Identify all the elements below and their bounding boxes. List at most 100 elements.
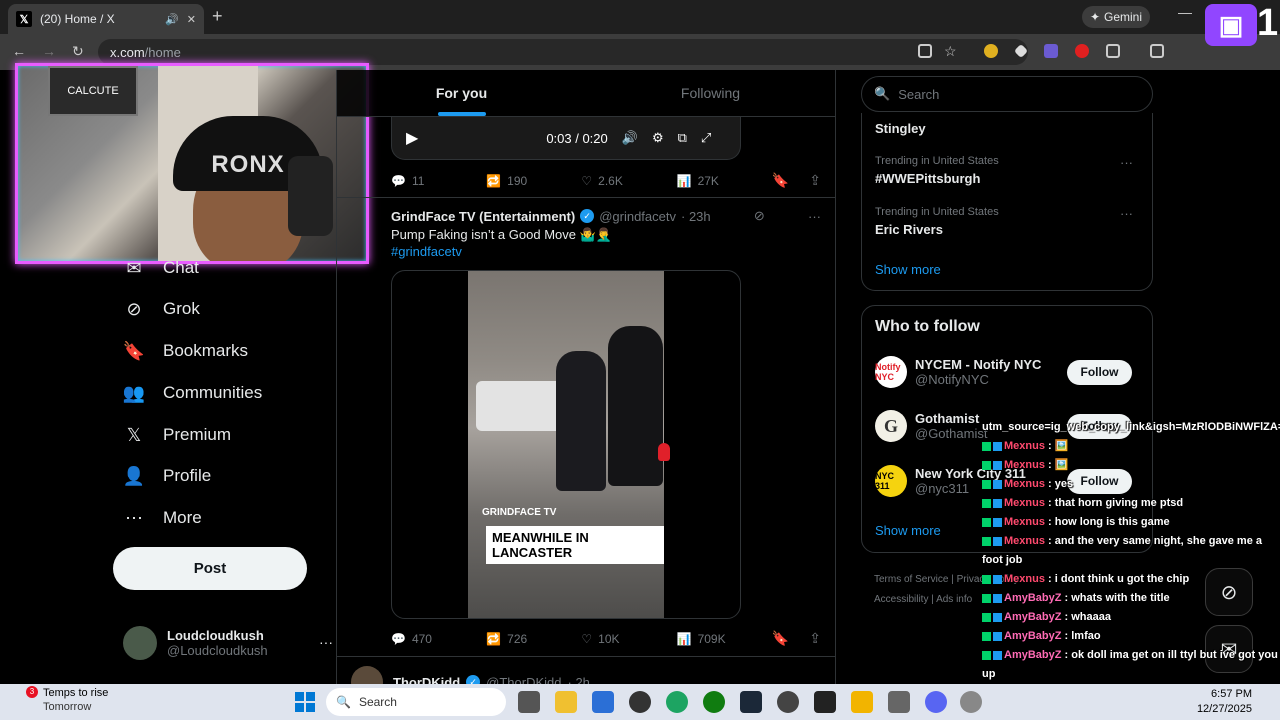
tweet-author-handle[interactable]: @grindfacetv [599, 209, 676, 224]
bookmark-star-icon[interactable]: ☆ [944, 43, 957, 60]
repost-button[interactable]: 🔁 190 [486, 174, 581, 188]
xbox-icon[interactable] [703, 691, 725, 713]
extension-icon[interactable] [984, 44, 998, 58]
tab-for-you[interactable]: For you [337, 70, 586, 116]
tweet-author-handle[interactable]: @ThorDKidd [486, 675, 561, 685]
suggestion-name: Gothamist [915, 411, 980, 426]
play-icon[interactable]: ▶ [406, 128, 418, 148]
tab-following[interactable]: Following [586, 70, 835, 116]
reply-button[interactable]: 💬 11 [391, 174, 486, 188]
reload-icon[interactable]: ↻ [72, 43, 84, 60]
nav-item-chat[interactable]: ✉ Chat [123, 257, 198, 279]
tweet-more-icon[interactable]: ··· [808, 209, 821, 224]
account-switcher[interactable]: Loudcloudkush @Loudcloudkush ··· [123, 626, 333, 660]
weather-widget[interactable]: Temps to rise Tomorrow [43, 686, 108, 714]
tweet-video[interactable]: GRINDFACE TV MEANWHILE IN LANCASTER [391, 270, 741, 619]
windows-start-icon[interactable] [295, 692, 315, 712]
cast-icon[interactable] [918, 44, 932, 58]
show-more-link[interactable]: Show more [875, 523, 941, 538]
trend-item[interactable]: Trending in United States Eric Rivers ··… [875, 206, 1143, 237]
show-more-link[interactable]: Show more [875, 262, 941, 277]
app-icon[interactable] [629, 691, 651, 713]
reply-count: 11 [411, 173, 425, 188]
who-to-follow-title: Who to follow [875, 318, 980, 335]
nav-label: Premium [163, 425, 232, 444]
account-more-icon[interactable]: ··· [319, 634, 333, 650]
app-icon[interactable] [777, 691, 799, 713]
grok-analyze-icon[interactable]: ⊘ [754, 208, 765, 224]
trend-more-icon[interactable]: ··· [1120, 206, 1133, 221]
nav-item-more[interactable]: ⋯ More [123, 507, 202, 529]
follow-suggestion[interactable]: Notify NYC NYCEM - Notify NYC @NotifyNYC… [875, 356, 1145, 388]
speaker-icon[interactable]: 🔊 [165, 13, 179, 26]
bookmark-icon[interactable]: 🔖 [772, 172, 789, 189]
account-name: Loudcloudkush [167, 628, 264, 643]
tweet-text: Pump Faking isn’t a Good Move 🤷‍♂️🤦‍♂️ [391, 227, 612, 242]
new-tab-button[interactable]: + [212, 6, 223, 27]
browser-tab[interactable]: 𝕏 (20) Home / X 🔊 ✕ [8, 4, 204, 34]
settings-gear-icon[interactable]: ⚙ [652, 130, 664, 146]
taskbar-clock[interactable]: 6:57 PM 12/27/2025 [1192, 687, 1252, 717]
share-icon[interactable]: ⇪ [809, 172, 821, 189]
footer-link[interactable]: Ads info [936, 594, 972, 605]
epic-games-icon[interactable] [814, 691, 836, 713]
follow-button[interactable]: Follow [1067, 359, 1132, 385]
store-icon[interactable] [592, 691, 614, 713]
repost-button[interactable]: 🔁 726 [486, 632, 581, 646]
tweet-time[interactable]: · 2h [568, 675, 590, 685]
fullscreen-icon[interactable]: ⤢ [701, 130, 711, 146]
tweet-author-name[interactable]: GrindFace TV (Entertainment) [391, 209, 575, 224]
gemini-button[interactable]: ✦ Gemini [1082, 6, 1150, 28]
search-input[interactable]: 🔍 Search [861, 76, 1153, 112]
back-icon[interactable]: ← [12, 43, 26, 59]
nav-item-bookmarks[interactable]: 🔖 Bookmarks [123, 340, 248, 362]
popout-icon[interactable]: ⧉ [678, 130, 687, 146]
chat-message: Mexnus : 🖼️ [982, 456, 1280, 475]
window-minimize-button[interactable]: — [1178, 4, 1192, 20]
taskbar-search-label: Search [358, 695, 397, 709]
bookmark-icon[interactable]: 🔖 [772, 630, 789, 647]
extension-icon[interactable] [1075, 44, 1089, 58]
footer-link[interactable]: Terms of Service [874, 574, 948, 585]
close-tab-icon[interactable]: ✕ [187, 13, 196, 26]
extensions-puzzle-icon[interactable] [1106, 44, 1120, 58]
like-button[interactable]: ♡ 10K [581, 632, 676, 646]
trend-more-icon[interactable]: ··· [1120, 155, 1133, 170]
chat-username: Mexnus [1004, 573, 1045, 585]
discord-icon[interactable] [925, 691, 947, 713]
tweet-author-name[interactable]: ThorDKidd [393, 675, 460, 685]
reply-button[interactable]: 💬 470 [391, 632, 486, 646]
file-explorer-icon[interactable] [555, 691, 577, 713]
nav-item-communities[interactable]: 👥 Communities [123, 382, 262, 404]
trend-item[interactable]: Trending in United States #WWEPittsburgh… [875, 155, 1143, 186]
settings-gear-icon[interactable] [960, 691, 982, 713]
footer-link[interactable]: Accessibility [874, 594, 928, 605]
nav-item-grok[interactable]: ⊘ Grok [123, 298, 199, 320]
chrome-icon[interactable] [666, 691, 688, 713]
weather-sub: Tomorrow [43, 701, 92, 713]
7zip-icon[interactable] [888, 691, 910, 713]
share-icon[interactable]: ⇪ [809, 630, 821, 647]
tweet-hashtag[interactable]: #grindfacetv [391, 244, 462, 259]
task-view-icon[interactable] [518, 691, 540, 713]
taskbar-search[interactable]: 🔍 Search [326, 688, 506, 716]
url-field[interactable]: x.com/home [98, 39, 1028, 65]
wall-poster: CALCUTE [48, 66, 138, 116]
nav-item-profile[interactable]: 👤 Profile [123, 465, 211, 487]
avatar[interactable] [351, 666, 383, 684]
chat-badge-icon [993, 479, 1002, 489]
rockstar-icon[interactable] [851, 691, 873, 713]
volume-icon[interactable]: 🔊 [622, 130, 638, 146]
steam-icon[interactable] [740, 691, 762, 713]
post-button[interactable]: Post [113, 547, 307, 590]
sidepanel-icon[interactable] [1150, 44, 1164, 58]
extension-icon[interactable] [1044, 44, 1058, 58]
gemini-icon: ✦ [1089, 10, 1101, 24]
views-button[interactable]: 📊 709K [677, 632, 772, 646]
trend-item[interactable]: Stingley [875, 117, 1143, 136]
tweet-time[interactable]: · 23h [681, 209, 711, 224]
like-button[interactable]: ♡ 2.6K [581, 174, 676, 188]
forward-icon[interactable]: → [42, 43, 56, 59]
nav-item-premium[interactable]: 𝕏 Premium [123, 424, 231, 446]
views-button[interactable]: 📊 27K [677, 174, 772, 188]
